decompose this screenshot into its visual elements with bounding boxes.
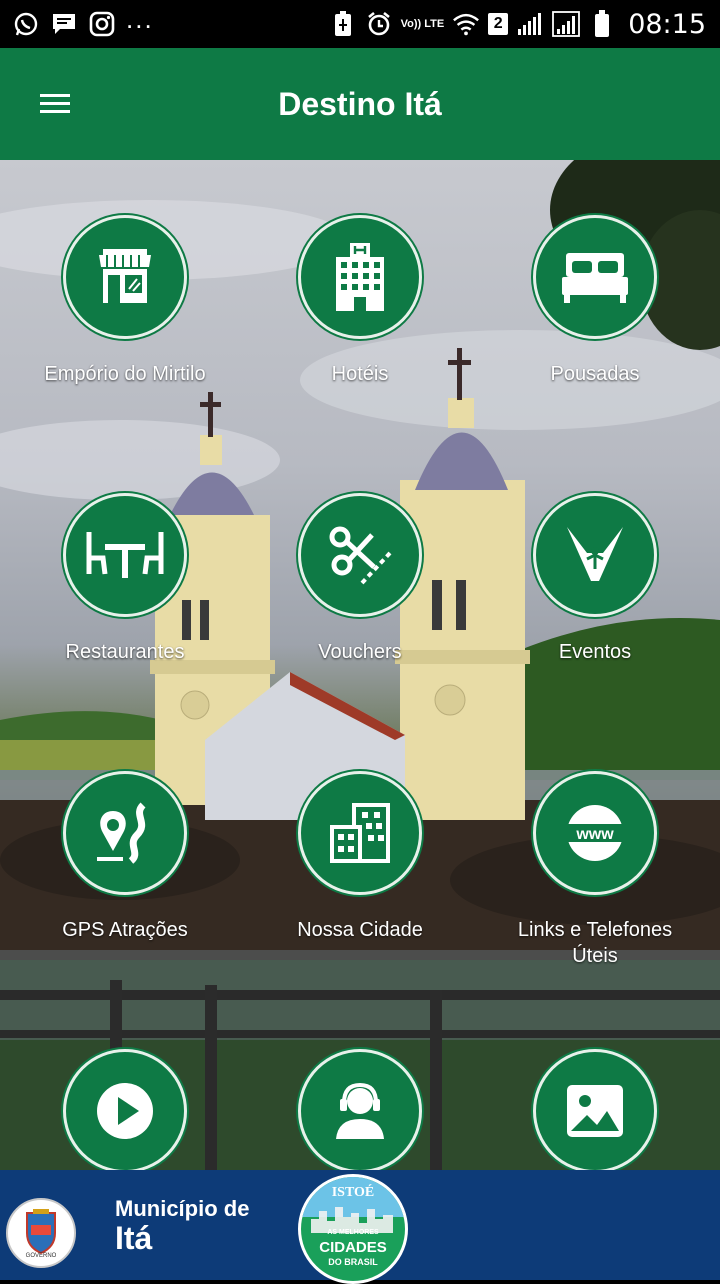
tile-circle[interactable]: www (533, 771, 657, 895)
tile-label: Restaurantes (65, 641, 185, 663)
chat-icon (50, 10, 78, 38)
tile-nossa-cidade[interactable]: Nossa Cidade (240, 771, 480, 943)
sim-2-indicator: 2 (488, 13, 509, 35)
tile-label: Empório do Mirtilo (44, 363, 206, 385)
tile-label: Vouchers (318, 641, 402, 663)
alarm-icon (365, 10, 393, 38)
tile-circle[interactable] (298, 215, 422, 339)
tile-circle[interactable] (63, 493, 187, 617)
award-line1: AS MELHORES (327, 1229, 379, 1236)
hamburger-icon[interactable] (40, 94, 70, 114)
istoe-award-badge: ISTOÉ AS MELHORES CIDADES DO BRASIL (298, 1174, 408, 1284)
tile-circle[interactable] (533, 493, 657, 617)
tile-label: Nossa Cidade (297, 919, 423, 941)
tile-circle[interactable] (298, 771, 422, 895)
battery-icon (588, 10, 616, 38)
tile-hoteis[interactable]: Hotéis (240, 215, 480, 387)
app-bar: Destino Itá (0, 48, 720, 160)
tile-circle[interactable] (533, 1049, 657, 1173)
tile-circle[interactable] (63, 771, 187, 895)
status-bar: ... Vo)) LTE 2 08:15 (0, 0, 720, 48)
tile-label: Pousadas (550, 363, 640, 385)
svg-text:www: www (575, 826, 614, 843)
governo-de-ita-logo: GOVERNO (6, 1198, 76, 1268)
award-line2: CIDADES (319, 1239, 387, 1256)
signal-2-icon (552, 10, 581, 38)
instagram-icon (88, 10, 116, 38)
tile-videos[interactable] (5, 1049, 245, 1173)
clock: 08:15 (628, 8, 706, 40)
store-icon (99, 249, 151, 303)
bottom-banner[interactable]: GOVERNO Município de Itá ISTOÉ AS MELHOR… (0, 1170, 720, 1284)
tile-label: GPS Atrações (62, 919, 188, 941)
more-notifications: ... (126, 4, 154, 34)
gps-route-icon (97, 802, 146, 864)
signal-icon (516, 10, 544, 38)
municipio-label: Município de (115, 1196, 250, 1221)
tile-restaurantes[interactable]: Restaurantes (5, 493, 245, 665)
bed-icon (562, 253, 628, 303)
tile-label: Links e Telefones Úteis (517, 919, 673, 967)
tile-vouchers[interactable]: Vouchers (240, 493, 480, 665)
tile-label: Eventos (558, 641, 632, 663)
gallery-icon (567, 1085, 623, 1137)
svg-text:GOVERNO: GOVERNO (26, 1253, 57, 1259)
coat-of-arms-icon: GOVERNO (26, 1209, 57, 1259)
tile-gps-atracoes[interactable]: GPS Atrações (5, 771, 245, 943)
tile-circle[interactable] (63, 1049, 187, 1173)
city-icon (330, 803, 390, 863)
tile-links-e-telefones[interactable]: www Links e Telefones Úteis (475, 771, 715, 969)
support-agent-icon (336, 1082, 384, 1139)
battery-saver-icon (329, 10, 357, 38)
scissors-coupon-icon (329, 526, 392, 585)
play-icon (97, 1083, 153, 1139)
tile-label: Hotéis (331, 363, 389, 385)
tile-circle[interactable] (298, 1049, 422, 1173)
hotel-icon (336, 243, 384, 311)
tile-atendimento[interactable] (240, 1049, 480, 1173)
restaurant-icon (86, 532, 164, 578)
wifi-icon (452, 10, 480, 38)
tile-eventos[interactable]: Eventos (475, 493, 715, 665)
whatsapp-icon (12, 10, 40, 38)
award-brand: ISTOÉ (331, 1185, 375, 1200)
tile-galeria[interactable] (475, 1049, 715, 1173)
tile-circle[interactable] (298, 493, 422, 617)
event-icon (567, 527, 623, 581)
award-line3: DO BRASIL (328, 1257, 378, 1267)
municipio-name: Itá (115, 1220, 153, 1256)
tile-circle[interactable] (533, 215, 657, 339)
tile-circle[interactable] (63, 215, 187, 339)
www-icon: www (560, 805, 630, 861)
app-title: Destino Itá (278, 85, 442, 122)
tile-pousadas[interactable]: Pousadas (475, 215, 715, 387)
volte-indicator: Vo)) LTE (400, 17, 445, 30)
tile-emporio-do-mirtilo[interactable]: Empório do Mirtilo (5, 215, 245, 387)
